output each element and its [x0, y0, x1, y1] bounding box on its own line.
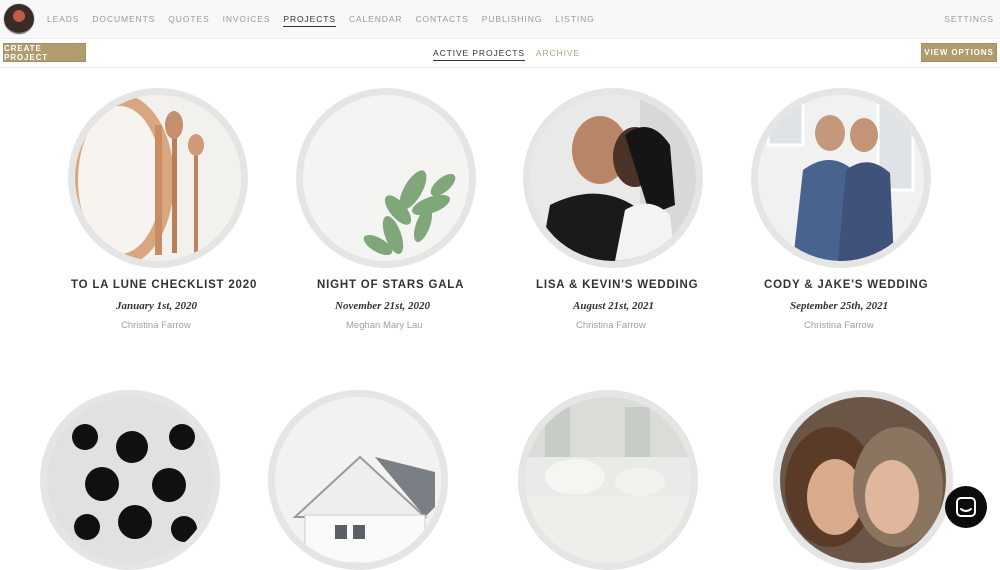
user-avatar[interactable] — [3, 3, 35, 35]
project-client: Meghan Mary Lau — [346, 320, 423, 331]
project-image-3[interactable] — [523, 88, 703, 268]
project-toolbar: CREATE PROJECT ACTIVE PROJECTS ARCHIVE V… — [0, 39, 1000, 68]
project-image-8[interactable] — [773, 390, 953, 570]
chat-launcher-button[interactable] — [945, 486, 987, 528]
top-nav: LEADS DOCUMENTS QUOTES INVOICES PROJECTS… — [0, 0, 1000, 39]
project-date: November 21st, 2020 — [335, 300, 431, 312]
project-title[interactable]: LISA & KEVIN'S WEDDING — [536, 279, 698, 291]
project-date: January 1st, 2020 — [116, 300, 197, 312]
barn-photo — [275, 397, 441, 563]
project-title[interactable]: CODY & JAKE'S WEDDING — [764, 279, 928, 291]
nav-links: LEADS DOCUMENTS QUOTES INVOICES PROJECTS… — [47, 14, 608, 27]
nav-contacts[interactable]: CONTACTS — [415, 14, 468, 27]
tab-active-projects[interactable]: ACTIVE PROJECTS — [433, 48, 525, 61]
project-date: September 25th, 2021 — [790, 300, 889, 312]
nav-invoices[interactable]: INVOICES — [223, 14, 271, 27]
project-image-6[interactable] — [268, 390, 448, 570]
couple-closeup-photo — [780, 397, 946, 563]
nav-listing[interactable]: LISTING — [555, 14, 594, 27]
view-options-button[interactable]: VIEW OPTIONS — [921, 43, 997, 62]
nav-projects[interactable]: PROJECTS — [283, 14, 336, 27]
nav-quotes[interactable]: QUOTES — [168, 14, 209, 27]
project-title[interactable]: TO LA LUNE CHECKLIST 2020 — [71, 279, 257, 291]
nav-leads[interactable]: LEADS — [47, 14, 79, 27]
tab-archive[interactable]: ARCHIVE — [536, 48, 580, 61]
project-tabs: ACTIVE PROJECTS ARCHIVE — [433, 48, 591, 61]
project-image-5[interactable] — [40, 390, 220, 570]
nav-documents[interactable]: DOCUMENTS — [92, 14, 155, 27]
project-client: Christina Farrow — [576, 320, 646, 331]
project-image-7[interactable] — [518, 390, 698, 570]
succulent-plant-photo — [303, 95, 469, 261]
project-image-2[interactable] — [296, 88, 476, 268]
nav-publishing[interactable]: PUBLISHING — [482, 14, 543, 27]
table-setting-photo — [75, 95, 241, 261]
create-project-button[interactable]: CREATE PROJECT — [3, 43, 86, 62]
project-image-1[interactable] — [68, 88, 248, 268]
project-client: Christina Farrow — [121, 320, 191, 331]
nav-settings[interactable]: SETTINGS — [944, 14, 994, 24]
nav-calendar[interactable]: CALENDAR — [349, 14, 403, 27]
project-client: Christina Farrow — [804, 320, 874, 331]
ornaments-photo — [47, 397, 213, 563]
reception-table-photo — [525, 397, 691, 563]
grooms-portrait-photo — [758, 95, 924, 261]
chat-icon — [956, 497, 976, 517]
couple-portrait-photo — [530, 95, 696, 261]
project-title[interactable]: NIGHT OF STARS GALA — [317, 279, 464, 291]
project-image-4[interactable] — [751, 88, 931, 268]
project-date: August 21st, 2021 — [573, 300, 654, 312]
